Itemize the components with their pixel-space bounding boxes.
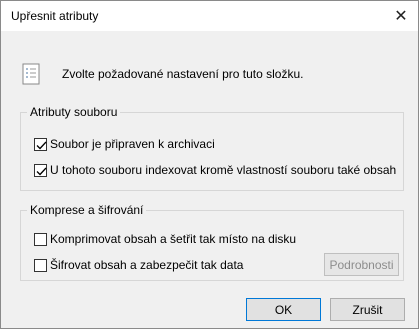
index-checkbox-row[interactable]: U tohoto souboru indexovat kromě vlastno… xyxy=(34,163,396,177)
close-button[interactable]: ✕ xyxy=(384,1,418,31)
compress-checkbox[interactable] xyxy=(34,232,47,246)
compression-encryption-legend: Komprese a šifrování xyxy=(30,203,144,217)
window-title: Upřesnit atributy xyxy=(11,9,99,23)
index-checkbox-label: U tohoto souboru indexovat kromě vlastno… xyxy=(50,163,397,177)
cancel-button[interactable]: Zrušit xyxy=(330,298,405,321)
compress-checkbox-row[interactable]: Komprimovat obsah a šetřit tak místo na … xyxy=(34,232,296,246)
archive-checkbox[interactable] xyxy=(34,137,47,151)
header-row: Zvolte požadované nastavení pro tuto slo… xyxy=(20,61,303,87)
document-list-icon xyxy=(22,63,40,85)
ok-button[interactable]: OK xyxy=(246,298,321,321)
details-button[interactable]: Podrobnosti xyxy=(324,253,399,276)
advanced-attributes-dialog: Upřesnit atributy ✕ Zvolte požadované na… xyxy=(0,0,419,329)
archive-checkbox-label: Soubor je připraven k archivaci xyxy=(50,137,215,151)
file-attributes-legend: Atributy souboru xyxy=(30,105,118,119)
compress-checkbox-label: Komprimovat obsah a šetřit tak místo na … xyxy=(50,232,297,246)
close-icon: ✕ xyxy=(394,8,408,25)
index-checkbox[interactable] xyxy=(34,163,47,177)
encrypt-checkbox-row[interactable]: Šifrovat obsah a zabezpečit tak data xyxy=(34,258,243,272)
encrypt-checkbox[interactable] xyxy=(34,258,47,272)
encrypt-checkbox-label: Šifrovat obsah a zabezpečit tak data xyxy=(50,258,244,272)
title-bar: Upřesnit atributy ✕ xyxy=(1,1,418,31)
header-text: Zvolte požadované nastavení pro tuto slo… xyxy=(62,67,304,81)
archive-checkbox-row[interactable]: Soubor je připraven k archivaci xyxy=(34,137,215,151)
